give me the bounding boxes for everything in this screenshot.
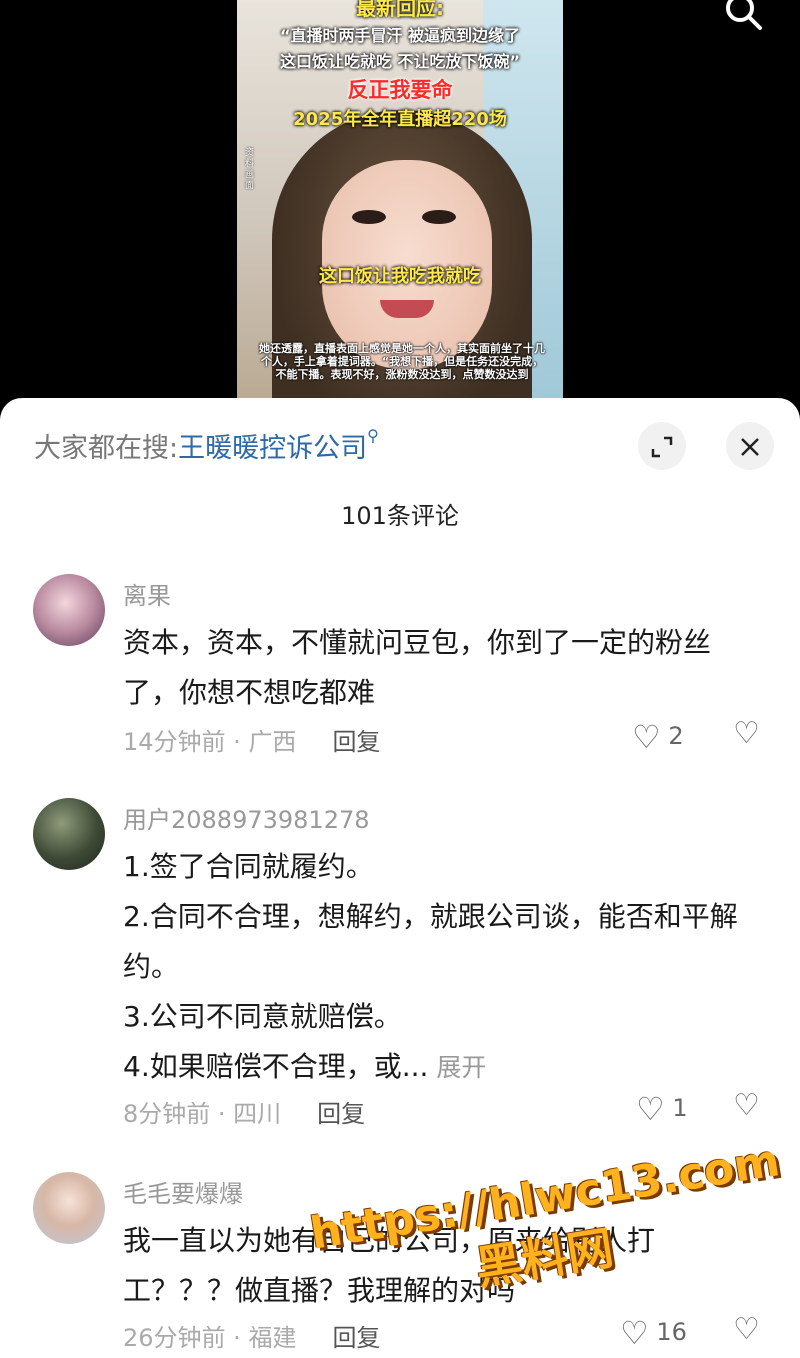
dislike-icon[interactable]: ♡ bbox=[733, 1312, 760, 1347]
avatar[interactable] bbox=[33, 1172, 105, 1244]
like-button[interactable]: ♡ 2 bbox=[632, 718, 684, 756]
video-person-eye bbox=[422, 210, 456, 224]
comment-username[interactable]: 毛毛要爆爆 bbox=[123, 1174, 243, 1209]
video-headline: 最新回应: bbox=[356, 0, 444, 20]
heart-icon: ♡ bbox=[632, 718, 661, 756]
comment-username[interactable]: 用户2088973981278 bbox=[123, 800, 370, 835]
like-count: 16 bbox=[656, 1318, 687, 1346]
comment-text: 我一直以为她有自己的公司，原来给别人打工？？？做直播？我理解的对吗 bbox=[123, 1224, 656, 1307]
video-quote-line1: “直播时两手冒汗 被逼疯到边缘了 bbox=[279, 26, 521, 45]
video-red-caption: 反正我要命 bbox=[347, 78, 453, 102]
like-button[interactable]: ♡ 1 bbox=[636, 1090, 688, 1128]
video-frame: 最新回应: “直播时两手冒汗 被逼疯到边缘了 这口饭让吃就吃 不让吃放下饭碗” … bbox=[237, 0, 563, 420]
comment-location: 四川 bbox=[233, 1100, 282, 1128]
comment-line: 1.签了合同就履约。 bbox=[123, 850, 374, 883]
comment-text: 1.签了合同就履约。 2.合同不合理，想解约，就跟公司谈，能否和平解约。 3.公… bbox=[123, 842, 763, 1093]
video-player[interactable]: 最新回应: “直播时两手冒汗 被逼疯到边缘了 这口饭让吃就吃 不让吃放下饭碗” … bbox=[0, 0, 800, 420]
comment-time: 8分钟前 bbox=[123, 1100, 211, 1128]
close-icon bbox=[739, 431, 761, 461]
comment-item: 毛毛要爆爆 我一直以为她有自己的公司，原来给别人打工？？？做直播？我理解的对吗 … bbox=[0, 1172, 800, 1358]
avatar[interactable] bbox=[33, 574, 105, 646]
hot-search-label: 大家都在搜: bbox=[34, 433, 179, 464]
dislike-icon[interactable]: ♡ bbox=[733, 1088, 760, 1123]
video-mid-caption: 这口饭让我吃我就吃 bbox=[319, 266, 481, 287]
like-button[interactable]: ♡ 16 bbox=[620, 1314, 687, 1352]
comment-item: 用户2088973981278 1.签了合同就履约。 2.合同不合理，想解约，就… bbox=[0, 798, 800, 1138]
video-stat-caption: 2025年全年直播超220场 bbox=[293, 109, 507, 130]
comment-meta: 14分钟前 · 广西 回复 bbox=[123, 728, 381, 756]
comment-location: 广西 bbox=[248, 728, 297, 756]
heart-icon: ♡ bbox=[620, 1314, 649, 1352]
close-button[interactable] bbox=[726, 422, 774, 470]
search-icon[interactable] bbox=[722, 0, 766, 34]
comment-time: 26分钟前 bbox=[123, 1324, 226, 1352]
reply-button[interactable]: 回复 bbox=[317, 1100, 365, 1128]
dislike-icon[interactable]: ♡ bbox=[733, 716, 760, 751]
comment-meta: 8分钟前 · 四川 回复 bbox=[123, 1100, 366, 1128]
like-count: 2 bbox=[668, 722, 684, 750]
expand-icon bbox=[651, 431, 673, 461]
comment-line: 3.公司不同意就赔偿。 bbox=[123, 1000, 402, 1033]
expand-link[interactable]: 展开 bbox=[436, 1053, 486, 1082]
comment-line: 4.如果赔偿不合理，或... 展开 bbox=[123, 1050, 487, 1083]
reply-button[interactable]: 回复 bbox=[332, 1324, 380, 1352]
comment-count: 101条评论 bbox=[341, 502, 459, 530]
comment-meta: 26分钟前 · 福建 回复 bbox=[123, 1324, 381, 1352]
expand-button[interactable] bbox=[638, 422, 686, 470]
video-quote-line2: 这口饭让吃就吃 不让吃放下饭碗” bbox=[279, 52, 521, 71]
comment-username[interactable]: 离果 bbox=[123, 576, 171, 611]
comment-text: 资本，资本，不懂就问豆包，你到了一定的粉丝了，你想不想吃都难 bbox=[123, 626, 712, 709]
avatar[interactable] bbox=[33, 798, 105, 870]
hot-search[interactable]: 大家都在搜:王暖暖控诉公司⚲ bbox=[34, 426, 379, 465]
comment-time: 14分钟前 bbox=[123, 728, 226, 756]
heart-icon: ♡ bbox=[636, 1090, 665, 1128]
hot-search-link[interactable]: 王暖暖控诉公司 bbox=[178, 433, 367, 464]
search-icon: ⚲ bbox=[367, 426, 379, 445]
video-person-eye bbox=[352, 210, 386, 224]
comment-item: 离果 资本，资本，不懂就问豆包，你到了一定的粉丝了，你想不想吃都难 14分钟前 … bbox=[0, 574, 800, 764]
comment-location: 福建 bbox=[248, 1324, 297, 1352]
like-count: 1 bbox=[672, 1094, 688, 1122]
reply-button[interactable]: 回复 bbox=[332, 728, 380, 756]
comment-sheet: 大家都在搜:王暖暖控诉公司⚲ 101条评论 离果 资本，资本，不懂就问豆包，你到… bbox=[0, 398, 800, 1358]
comment-line: 2.合同不合理，想解约，就跟公司谈，能否和平解约。 bbox=[123, 900, 738, 983]
video-side-note: 资料画面 bbox=[245, 148, 255, 191]
video-subtitle: 她还透露，直播表面上感觉是她一个人，其实面前坐了十几个人，手上拿着提词器。“我想… bbox=[259, 342, 545, 381]
